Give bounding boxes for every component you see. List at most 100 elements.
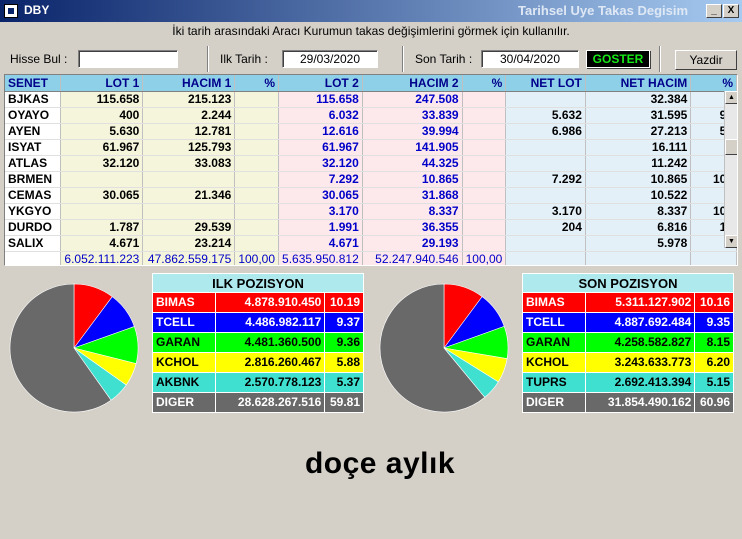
table-header-row: SENET LOT 1 HACIM 1% LOT 2 HACIM 2% NET LOT NE… xyxy=(5,75,737,92)
column-header[interactable]: % xyxy=(234,75,280,92)
table-cell: 10.865 xyxy=(585,171,692,188)
position-value: 4.481.360.500 xyxy=(216,333,326,352)
column-header[interactable]: % xyxy=(690,75,737,92)
total-cell xyxy=(690,251,737,265)
scroll-thumb[interactable] xyxy=(725,139,737,155)
table-cell: 400 xyxy=(60,107,144,124)
table-cell: 31.868 xyxy=(362,187,463,204)
position-pct: 59.81 xyxy=(329,395,360,409)
column-header[interactable]: LOT 2 xyxy=(278,75,363,92)
position-row: BIMAS 4.878.910.450 10.19 xyxy=(152,293,364,313)
position-value: 4.486.982.117 xyxy=(216,313,326,332)
position-name: DIGER xyxy=(523,393,587,412)
table-cell xyxy=(462,123,507,140)
table-cell xyxy=(462,91,507,108)
table-cell: YKGYO xyxy=(5,203,62,220)
table-cell: BRMEN xyxy=(5,171,62,188)
table-cell: 10.522 xyxy=(585,187,692,204)
table-cell: 61.967 xyxy=(278,139,363,156)
ilk-pozisyon-pie-chart xyxy=(9,283,139,413)
table-cell xyxy=(462,235,507,252)
column-header[interactable]: HACIM 1 xyxy=(142,75,236,92)
app-name: DBY xyxy=(24,3,50,17)
table-cell: 29.193 xyxy=(362,235,463,252)
table-cell xyxy=(234,123,280,140)
position-name: TCELL xyxy=(523,313,587,332)
table-cell: 32.384 xyxy=(585,91,692,108)
position-row: KCHOL 2.816.260.467 5.88 xyxy=(152,353,364,373)
table-cell: 6.986 xyxy=(505,123,586,140)
table-cell xyxy=(234,139,280,156)
column-header[interactable]: % xyxy=(462,75,507,92)
search-input[interactable] xyxy=(78,50,178,68)
app-icon xyxy=(4,4,18,18)
close-button[interactable]: X xyxy=(723,4,739,18)
print-button[interactable]: Yazdir xyxy=(675,50,737,70)
end-date-field[interactable]: 30/04/2020 xyxy=(481,50,579,68)
position-value: 31.854.490.162 xyxy=(586,393,696,412)
position-row: DIGER 28.628.267.516 59.81 xyxy=(152,393,364,413)
table-cell: 115.658 xyxy=(278,91,363,108)
position-pct: 5.37 xyxy=(336,375,360,389)
table-cell xyxy=(234,91,280,108)
table-row[interactable]: CEMAS 30.065 21.346 30.065 31.868 10.522 xyxy=(5,187,737,204)
son-pozisyon-panel: SON POZISYON BIMAS 5.311.127.902 10.16 TCEL… xyxy=(522,273,734,413)
window-title: Tarihsel Uye Takas Degisim xyxy=(518,3,689,18)
table-cell xyxy=(60,203,144,220)
position-row: AKBNK 2.570.778.123 5.37 xyxy=(152,373,364,393)
table-cell: 12.781 xyxy=(142,123,236,140)
table-row[interactable]: ISYAT 61.967 125.793 61.967 141.905 16.111 xyxy=(5,139,737,156)
table-cell: 6.816 xyxy=(585,219,692,236)
table-cell xyxy=(462,139,507,156)
table-cell: 7.292 xyxy=(278,171,363,188)
toolbar-separator xyxy=(207,46,209,72)
table-cell: 7.292 xyxy=(505,171,586,188)
takas-grid[interactable]: SENET LOT 1 HACIM 1% LOT 2 HACIM 2% NET LOT NE… xyxy=(4,74,738,266)
table-cell: ATLAS xyxy=(5,155,62,172)
position-pct: 8.15 xyxy=(706,335,730,349)
table-row[interactable]: DURDO1.78729.5391.99136.3552046.81610 xyxy=(5,219,737,236)
table-cell: 8.337 xyxy=(585,203,692,220)
goster-button[interactable]: GOSTER xyxy=(586,50,650,68)
column-header[interactable]: NET HACIM xyxy=(585,75,692,92)
table-cell: 1.787 xyxy=(60,219,144,236)
table-cell xyxy=(462,171,507,188)
table-cell xyxy=(234,187,280,204)
position-pct: 9.35 xyxy=(706,315,730,329)
ilk-pozisyon-title: ILK POZISYON xyxy=(152,273,364,293)
search-label: Hisse Bul : xyxy=(10,52,68,66)
position-row: GARAN 4.481.360.500 9.36 xyxy=(152,333,364,353)
start-date-field[interactable]: 29/03/2020 xyxy=(282,50,378,68)
table-cell: 29.539 xyxy=(142,219,236,236)
column-header[interactable]: LOT 1 xyxy=(60,75,144,92)
table-row[interactable]: YKGYO 3.170 8.337 3.170 8.337 100 xyxy=(5,203,737,220)
table-cell: 4.671 xyxy=(60,235,144,252)
vertical-scrollbar[interactable]: ▲ ▼ xyxy=(724,91,737,248)
table-cell: 141.905 xyxy=(362,139,463,156)
table-row[interactable]: BRMEN 7.292 10.865 7.292 10.865 100 xyxy=(5,171,737,188)
start-date-label: Ilk Tarih : xyxy=(220,52,268,66)
table-row[interactable]: ATLAS 32.120 33.083 32.120 44.325 11.242 xyxy=(5,155,737,172)
scroll-down-icon[interactable]: ▼ xyxy=(725,235,737,248)
position-value: 2.816.260.467 xyxy=(216,353,326,372)
table-cell xyxy=(462,219,507,236)
table-row[interactable]: AYEN5.63012.78112.61639.9946.98627.21355 xyxy=(5,123,737,140)
column-header[interactable]: NET LOT xyxy=(505,75,586,92)
position-row: TUPRS 2.692.413.394 5.15 xyxy=(522,373,734,393)
table-cell: 27.213 xyxy=(585,123,692,140)
column-header[interactable]: HACIM 2 xyxy=(362,75,463,92)
total-cell xyxy=(505,251,586,265)
table-cell xyxy=(505,155,586,172)
position-row: TCELL 4.887.692.484 9.35 xyxy=(522,313,734,333)
table-row[interactable]: BJKAS 115.658 215.123 115.658 247.508 32.384 xyxy=(5,91,737,108)
scroll-up-icon[interactable]: ▲ xyxy=(725,91,737,104)
son-pozisyon-pie-chart xyxy=(379,283,509,413)
table-cell: CEMAS xyxy=(5,187,62,204)
table-row[interactable]: SALIX 4.671 23.214 4.671 29.193 5.978 xyxy=(5,235,737,252)
title-bar: DBY Tarihsel Uye Takas Degisim _ X xyxy=(0,0,742,22)
table-cell: 11.242 xyxy=(585,155,692,172)
column-header[interactable]: SENET xyxy=(5,75,62,92)
position-pct: 60.96 xyxy=(699,395,730,409)
minimize-button[interactable]: _ xyxy=(706,4,722,18)
table-row[interactable]: OYAYO4002.2446.03233.8395.63231.59593 xyxy=(5,107,737,124)
